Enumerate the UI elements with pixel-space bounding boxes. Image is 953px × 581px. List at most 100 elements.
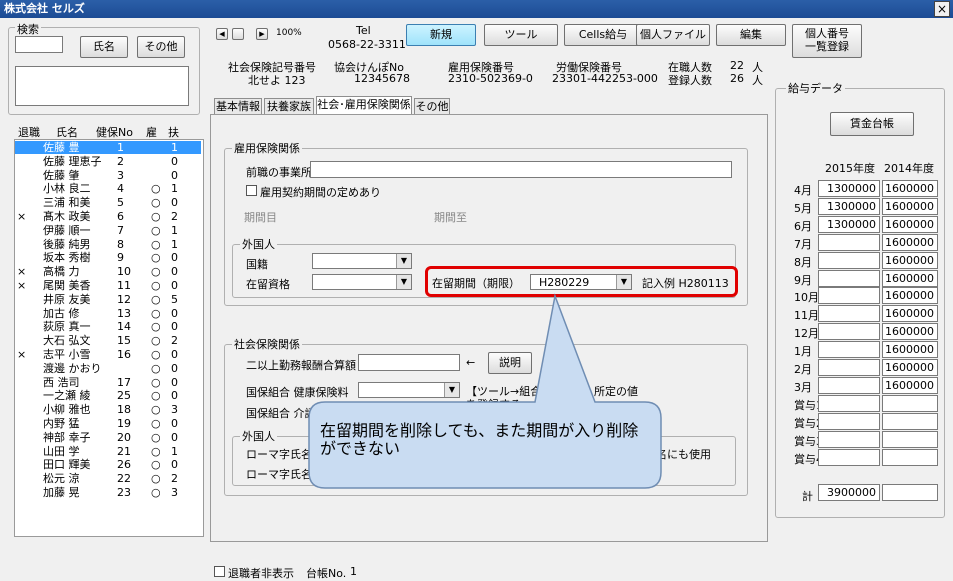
row-name: 髙木 政美	[43, 210, 91, 223]
salary-2015-input[interactable]: 1300000	[818, 180, 880, 197]
list-item[interactable]: × 髙木 政美 6 ○ 2	[15, 210, 201, 223]
period-select[interactable]: H280229 ▼	[530, 274, 632, 290]
search-name-button[interactable]: 氏名	[80, 36, 128, 58]
salary-2014-input[interactable]: 1600000	[882, 359, 938, 376]
salary-2014-input[interactable]: 1600000	[882, 251, 938, 269]
salary-2015-input[interactable]	[818, 376, 880, 394]
toroku-label: 登録人数	[668, 74, 712, 87]
salary-2015-input[interactable]	[818, 430, 880, 448]
list-item[interactable]: 小林 良二 4 ○ 1	[15, 182, 201, 195]
row-dependents: 1	[171, 223, 178, 237]
list-item[interactable]: 田口 輝美 26 ○ 0	[15, 458, 201, 471]
nav-next-icon[interactable]: ▶	[256, 28, 268, 40]
tab-dependents[interactable]: 扶養家族	[264, 98, 314, 115]
tab-insurance[interactable]: 社会･雇用保険関係	[316, 96, 412, 115]
salary-2014-input[interactable]: 1600000	[882, 376, 938, 394]
salary-2014-input[interactable]: 1600000	[882, 197, 938, 215]
list-item[interactable]: 佐藤 肇 3 0	[15, 169, 201, 182]
row-name: 神部 幸子	[43, 430, 91, 444]
new-button[interactable]: 新規	[406, 24, 476, 46]
salary-2014-input[interactable]	[882, 430, 938, 448]
salary-2015-input[interactable]: 1300000	[818, 197, 880, 215]
salary-2014-input[interactable]: 1600000	[882, 180, 938, 197]
koyo-title: 雇用保険関係	[232, 140, 302, 156]
salary-2014-input[interactable]	[882, 448, 938, 466]
personal-file-button[interactable]: 個人ファイル	[636, 24, 710, 46]
salary-2015-input[interactable]	[818, 448, 880, 466]
salary-2014-input[interactable]: 1600000	[882, 323, 938, 341]
tab-basic[interactable]: 基本情報	[214, 98, 262, 115]
salary-2015-input[interactable]	[818, 412, 880, 430]
tab-other[interactable]: その他	[414, 98, 450, 115]
row-dependents: 0	[171, 279, 178, 292]
list-item[interactable]: 佐藤 理恵子 2 0	[15, 155, 201, 168]
salary-2014-input[interactable]	[882, 394, 938, 412]
list-item[interactable]: 加古 修 13 ○ 0	[15, 307, 201, 320]
row-retired: ×	[17, 348, 27, 361]
list-item[interactable]: 渡邊 かおり ○ 0	[15, 362, 201, 375]
salary-2014-input[interactable]: 1600000	[882, 233, 938, 251]
search-other-button[interactable]: その他	[137, 36, 185, 58]
hide-retired-checkbox[interactable]	[214, 566, 225, 577]
list-item[interactable]: 西 浩司 17 ○ 0	[15, 376, 201, 389]
list-item[interactable]: 内野 猛 19 ○ 0	[15, 417, 201, 430]
list-item[interactable]: 一之瀬 綾 25 ○ 0	[15, 389, 201, 402]
list-item[interactable]: 大石 弘文 15 ○ 2	[15, 334, 201, 347]
list-item[interactable]: × 高橋 力 10 ○ 0	[15, 265, 201, 278]
row-employment: ○	[151, 196, 161, 210]
wage-ledger-button[interactable]: 賃金台帳	[830, 112, 914, 136]
total-2014[interactable]	[882, 484, 938, 501]
salary-2015-input[interactable]	[818, 251, 880, 269]
list-item[interactable]: 山田 学 21 ○ 1	[15, 445, 201, 458]
salary-2014-input[interactable]: 1600000	[882, 341, 938, 359]
nav-mid-button[interactable]	[232, 28, 244, 40]
row-dependents: 0	[171, 361, 178, 375]
list-item[interactable]: 小柳 雅也 18 ○ 3	[15, 403, 201, 416]
salary-2015-input[interactable]	[818, 323, 880, 341]
list-item[interactable]: 荻原 真一 14 ○ 0	[15, 320, 201, 333]
list-item[interactable]: 加藤 晃 23 ○ 3	[15, 486, 201, 499]
row-name: 井原 友美	[43, 292, 91, 306]
cells-salary-button[interactable]: Cells給与	[564, 24, 642, 46]
list-item[interactable]: 後藤 純男 8 ○ 1	[15, 238, 201, 251]
total-label: 計	[802, 490, 813, 503]
tool-button[interactable]: ツール	[484, 24, 558, 46]
nationality-select[interactable]: ▼	[312, 253, 412, 269]
status-select[interactable]: ▼	[312, 274, 412, 290]
year-2015: 2015年度	[825, 162, 875, 175]
salary-2015-input[interactable]	[818, 359, 880, 376]
salary-2015-input[interactable]	[818, 233, 880, 251]
salary-2015-input[interactable]	[818, 394, 880, 412]
list-item[interactable]: × 志平 小雪 16 ○ 0	[15, 348, 201, 361]
list-item[interactable]: 佐藤 豊 1 1	[15, 141, 201, 154]
search-input[interactable]	[15, 36, 63, 53]
search-result-box[interactable]	[15, 66, 189, 106]
salary-2015-input[interactable]	[818, 305, 880, 323]
edit-button[interactable]: 編集	[716, 24, 786, 46]
salary-2014-input[interactable]	[882, 412, 938, 430]
salary-2015-input[interactable]: 1300000	[818, 215, 880, 233]
list-item[interactable]: 坂本 秀樹 9 ○ 0	[15, 251, 201, 264]
total-2015[interactable]: 3900000	[818, 484, 880, 501]
list-item[interactable]: 三浦 和美 5 ○ 0	[15, 196, 201, 209]
salary-month-label: 11月	[794, 309, 819, 323]
list-item[interactable]: × 尾関 美香 11 ○ 0	[15, 279, 201, 292]
salary-2015-input[interactable]	[818, 269, 880, 287]
employee-list[interactable]: 佐藤 豊 1 1 佐藤 理恵子 2 0 佐藤 肇 3 0 小林 良二 4 ○ 1 三浦 和美 5 ○ 0 × 髙木 …	[14, 139, 204, 537]
nav-prev-icon[interactable]: ◀	[216, 28, 228, 40]
salary-2015-input[interactable]	[818, 287, 880, 305]
toroku-unit: 人	[752, 74, 763, 87]
list-item[interactable]: 井原 友美 12 ○ 5	[15, 293, 201, 306]
salary-2014-input[interactable]: 1600000	[882, 269, 938, 287]
close-button[interactable]: ×	[934, 1, 950, 17]
mynumber-register-button[interactable]: 個人番号 一覧登録	[792, 24, 862, 58]
list-item[interactable]: 伊藤 順一 7 ○ 1	[15, 224, 201, 237]
contract-period-checkbox[interactable]	[246, 185, 257, 196]
salary-2015-input[interactable]	[818, 341, 880, 359]
prev-employer-input[interactable]	[310, 161, 732, 178]
salary-2014-input[interactable]: 1600000	[882, 215, 938, 233]
list-item[interactable]: 松元 涼 22 ○ 2	[15, 472, 201, 485]
salary-2014-input[interactable]: 1600000	[882, 305, 938, 323]
list-item[interactable]: 神部 幸子 20 ○ 0	[15, 431, 201, 444]
salary-2014-input[interactable]: 1600000	[882, 287, 938, 305]
